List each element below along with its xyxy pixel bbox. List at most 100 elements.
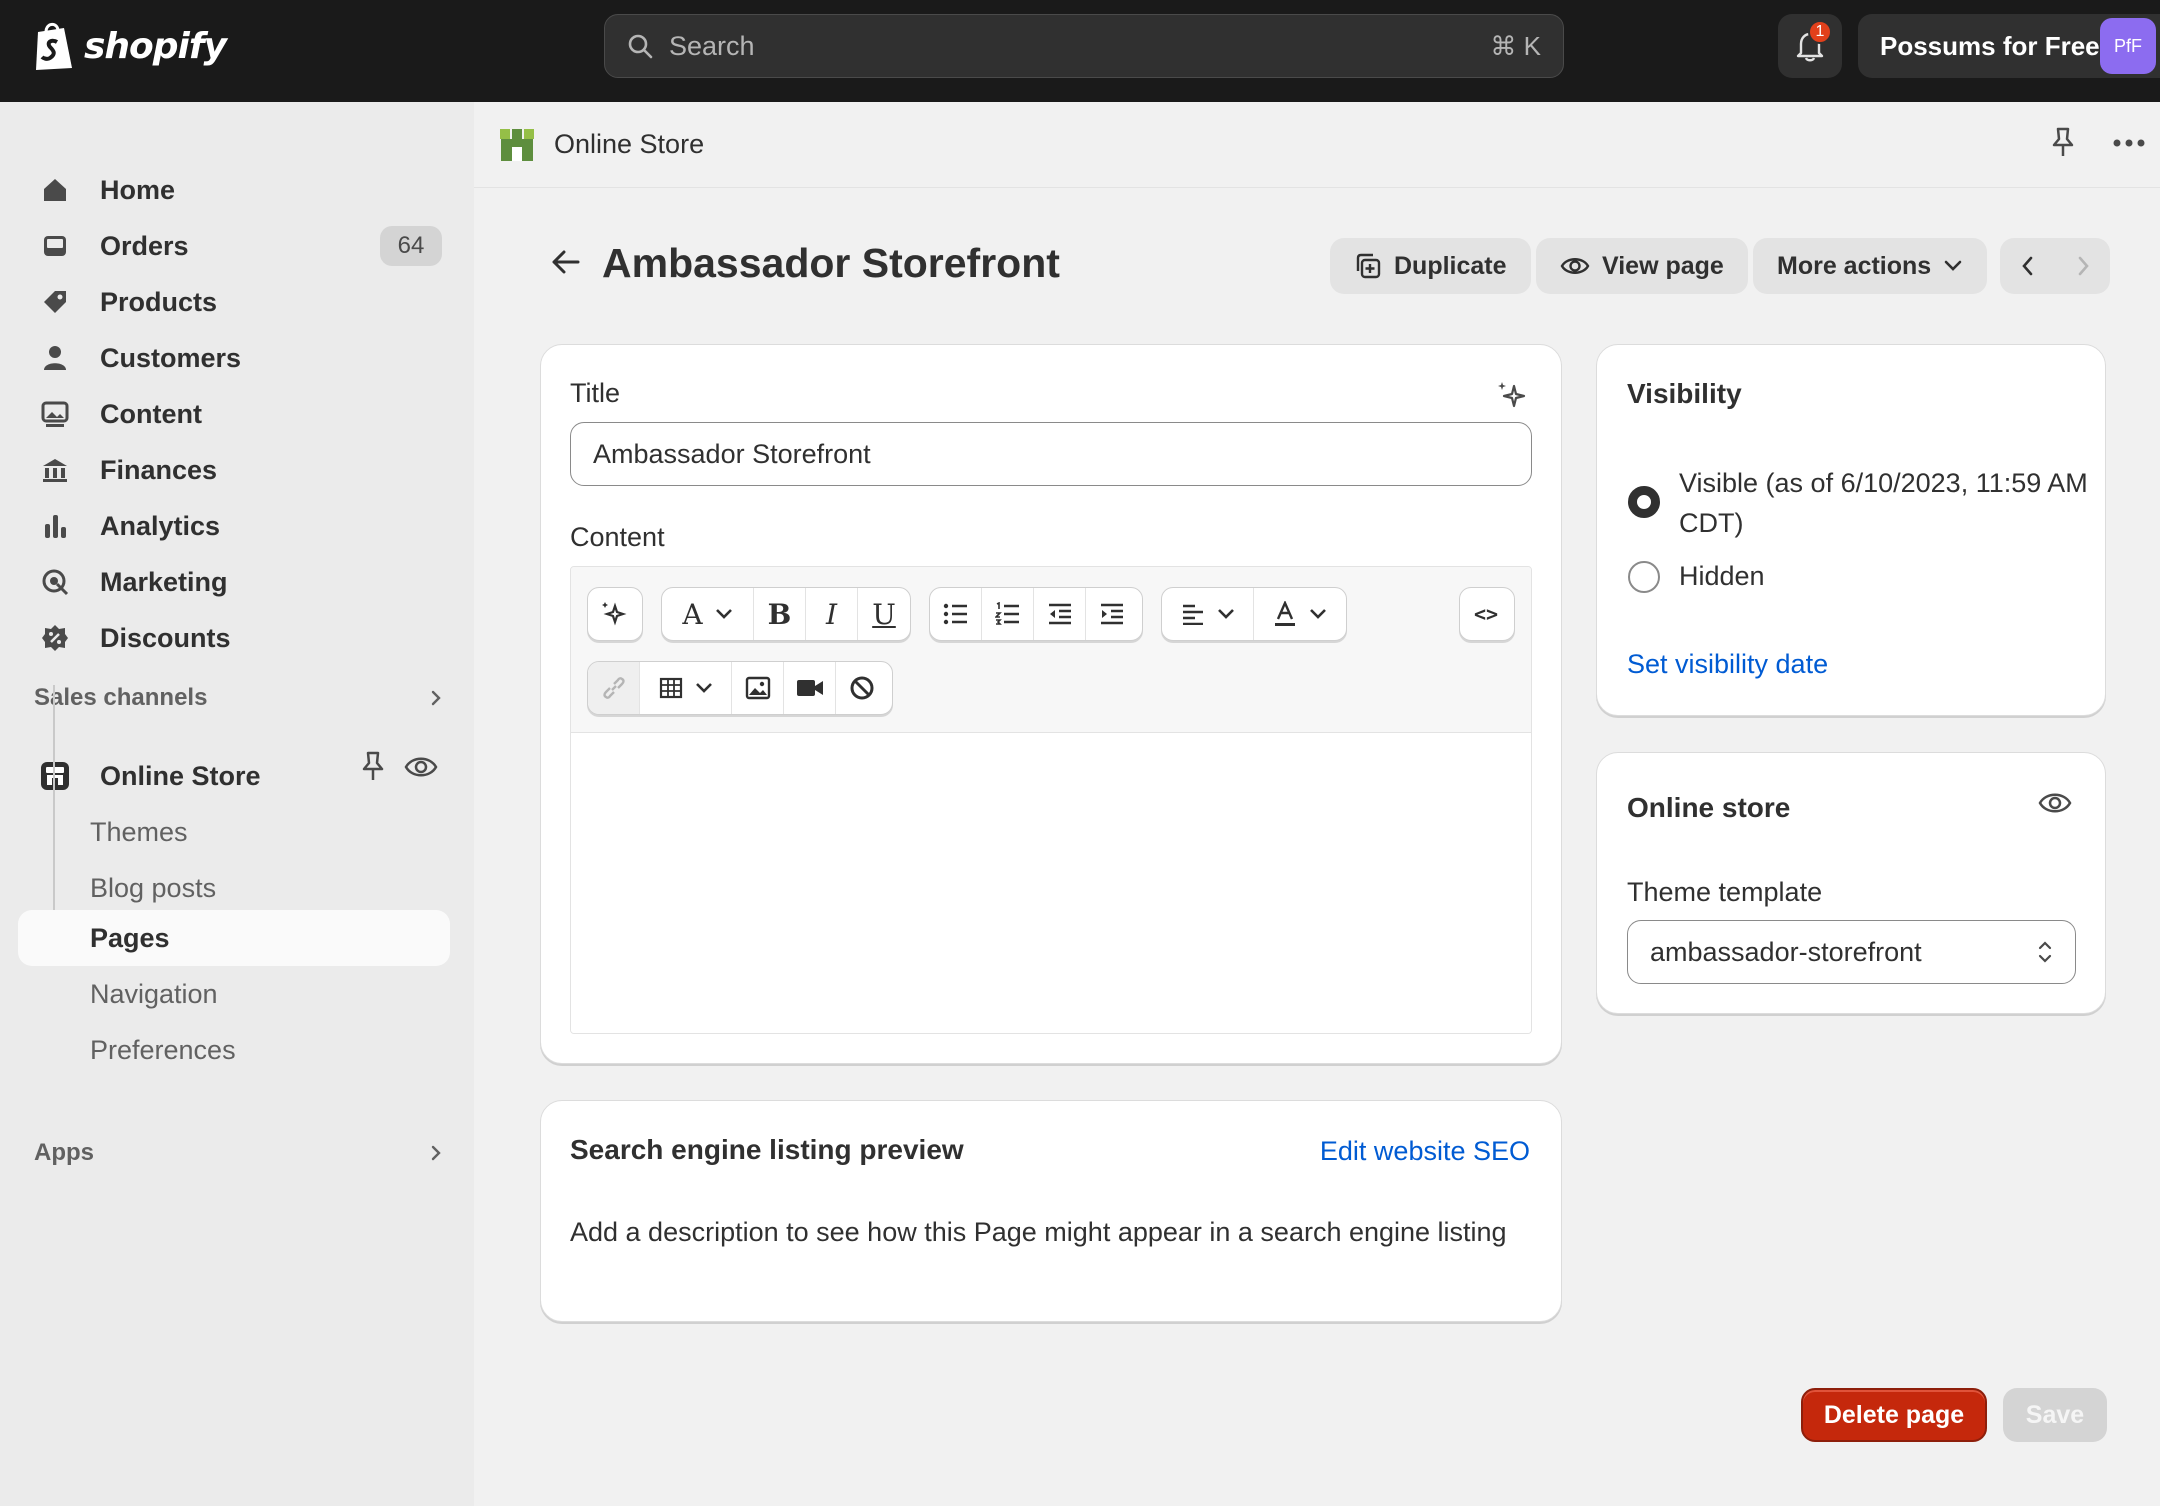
- pin-icon[interactable]: [2048, 126, 2078, 160]
- shopify-logo[interactable]: shopify: [32, 20, 227, 72]
- source-group: <>: [1459, 587, 1515, 641]
- sidebar-item-finances[interactable]: Finances: [18, 442, 450, 498]
- delete-page-label: Delete page: [1823, 1400, 1965, 1429]
- sidebar-item-blog-posts[interactable]: Blog posts: [18, 860, 450, 916]
- sidebar-item-preferences[interactable]: Preferences: [18, 1022, 450, 1078]
- section-header: Online Store: [474, 102, 2160, 188]
- storefront-icon: [40, 761, 70, 791]
- sidebar-item-navigation[interactable]: Navigation: [18, 966, 450, 1022]
- underline-glyph: U: [872, 597, 896, 631]
- sales-channels-header[interactable]: Sales channels: [34, 678, 444, 718]
- bar-chart-icon: [40, 511, 70, 541]
- bullet-list-button[interactable]: [930, 588, 982, 640]
- target-icon: [40, 567, 70, 597]
- magic-sparkle-icon[interactable]: [1496, 380, 1528, 412]
- title-input[interactable]: Ambassador Storefront: [570, 422, 1532, 486]
- sidebar-item-pages[interactable]: Pages: [18, 910, 450, 966]
- apps-header[interactable]: Apps: [34, 1133, 444, 1173]
- visible-option-label: Visible (as of 6/10/2023, 11:59 AM CDT): [1679, 468, 2088, 538]
- sidebar-item-discounts[interactable]: Discounts: [18, 610, 450, 666]
- notifications-button[interactable]: 1: [1778, 14, 1842, 78]
- visible-radio[interactable]: [1628, 486, 1660, 518]
- eye-icon[interactable]: [404, 754, 438, 780]
- top-bar: shopify Search ⌘ K 1 Possums for Free Pf…: [0, 0, 2160, 102]
- next-page-button[interactable]: [2055, 238, 2110, 294]
- brand-name: shopify: [84, 25, 227, 67]
- chevron-down-icon: [695, 683, 712, 693]
- more-actions-button[interactable]: More actions: [1753, 238, 1988, 294]
- link-button[interactable]: [588, 662, 640, 714]
- online-store-icon: [500, 128, 534, 161]
- sidebar-item-themes[interactable]: Themes: [18, 804, 450, 860]
- source-code-button[interactable]: <>: [1460, 588, 1512, 640]
- image-icon: [40, 399, 70, 429]
- insert-image-button[interactable]: [732, 662, 784, 714]
- bold-button[interactable]: B: [754, 588, 806, 640]
- clear-format-icon: [850, 676, 874, 700]
- inbox-icon: [40, 231, 70, 261]
- chevron-down-icon: [1310, 609, 1326, 619]
- bold-glyph: B: [767, 597, 792, 631]
- editor-toolbar: A B I U <>: [571, 567, 1531, 733]
- sidebar-item-marketing[interactable]: Marketing: [18, 554, 450, 610]
- sidebar-item-products[interactable]: Products: [18, 274, 450, 330]
- clear-formatting-button[interactable]: [836, 662, 888, 714]
- sidebar-item-customers[interactable]: Customers: [18, 330, 450, 386]
- list-group: [929, 587, 1143, 641]
- editor-body[interactable]: [571, 733, 1531, 1033]
- indent-button[interactable]: [1086, 588, 1138, 640]
- table-icon: [659, 677, 682, 699]
- more-icon[interactable]: [2112, 138, 2146, 148]
- eye-icon: [1560, 258, 1590, 274]
- sidebar-item-orders[interactable]: Orders 64: [18, 218, 450, 274]
- text-color-button[interactable]: [1254, 588, 1346, 640]
- theme-template-select[interactable]: ambassador-storefront: [1627, 920, 2076, 984]
- numbered-list-icon: [994, 602, 1019, 625]
- magic-button[interactable]: [588, 588, 640, 640]
- italic-button[interactable]: I: [806, 588, 858, 640]
- save-button[interactable]: Save: [2003, 1388, 2107, 1442]
- chevron-down-icon: [715, 609, 732, 619]
- sidebar-item-label: Marketing: [100, 566, 228, 597]
- sidebar-subitem-label: Preferences: [90, 1034, 236, 1065]
- search-bar[interactable]: Search ⌘ K: [604, 14, 1564, 78]
- align-left-icon: [1182, 604, 1203, 625]
- font-button[interactable]: A: [662, 588, 754, 640]
- numbered-list-button[interactable]: [982, 588, 1034, 640]
- set-visibility-date-link[interactable]: Set visibility date: [1627, 649, 1828, 680]
- sidebar-item-home[interactable]: Home: [18, 162, 450, 218]
- chevron-left-icon: [2021, 256, 2032, 276]
- sidebar-item-label: Finances: [100, 454, 218, 485]
- duplicate-icon: [1356, 253, 1381, 279]
- view-page-button[interactable]: View page: [1536, 238, 1748, 294]
- table-button[interactable]: [640, 662, 732, 714]
- delete-page-button[interactable]: Delete page: [1801, 1388, 1987, 1442]
- home-icon: [40, 175, 70, 205]
- align-button[interactable]: [1162, 588, 1254, 640]
- font-glyph: A: [682, 597, 703, 631]
- previous-page-button[interactable]: [2000, 238, 2055, 294]
- chevron-right-icon: [2078, 256, 2089, 276]
- sidebar-item-label: Online Store: [100, 760, 261, 791]
- sidebar-item-analytics[interactable]: Analytics: [18, 498, 450, 554]
- duplicate-button[interactable]: Duplicate: [1330, 238, 1531, 294]
- sidebar-item-content[interactable]: Content: [18, 386, 450, 442]
- hidden-radio[interactable]: [1628, 561, 1660, 593]
- sidebar-item-label: Discounts: [100, 622, 231, 653]
- chevron-right-icon: [431, 1145, 441, 1161]
- sidebar-item-label: Products: [100, 286, 218, 317]
- section-title: Online Store: [554, 129, 705, 159]
- code-glyph: <>: [1473, 602, 1499, 626]
- back-arrow-icon[interactable]: [550, 248, 582, 276]
- insert-video-button[interactable]: [784, 662, 836, 714]
- seo-heading: Search engine listing preview: [570, 1134, 964, 1165]
- search-shortcut: ⌘ K: [1490, 30, 1541, 61]
- underline-button[interactable]: U: [858, 588, 910, 640]
- video-icon: [796, 680, 823, 696]
- outdent-button[interactable]: [1034, 588, 1086, 640]
- shopping-bag-icon: [36, 22, 72, 70]
- eye-icon[interactable]: [2038, 790, 2072, 816]
- edit-website-seo-link[interactable]: Edit website SEO: [1320, 1136, 1530, 1167]
- store-menu-button[interactable]: Possums for Free PfF: [1858, 14, 2160, 78]
- pin-icon[interactable]: [358, 750, 388, 784]
